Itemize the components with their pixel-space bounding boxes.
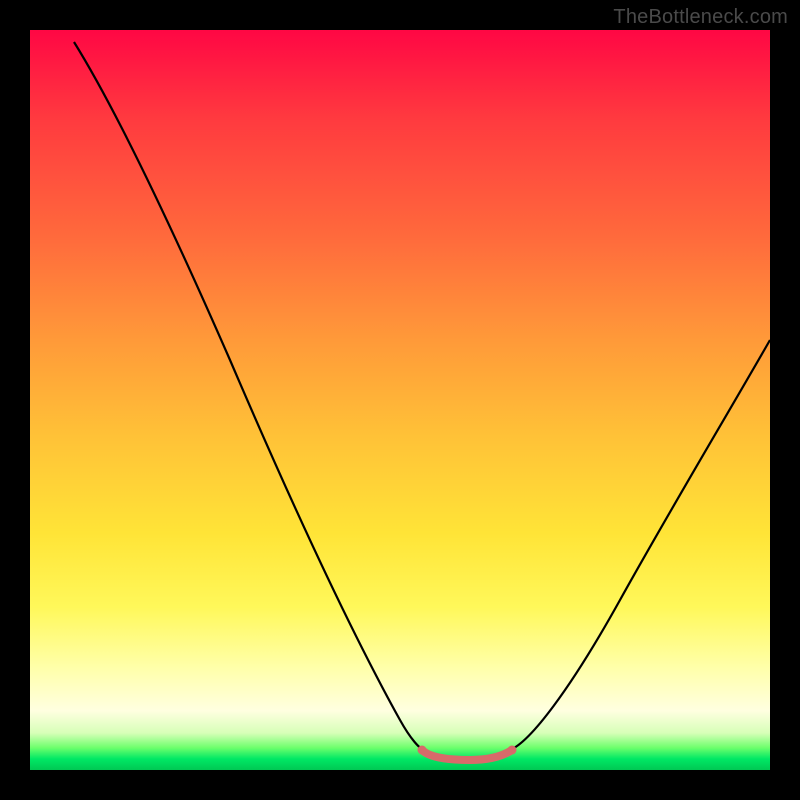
chart-frame: TheBottleneck.com: [0, 0, 800, 800]
flat-end-right-dot: [508, 746, 517, 755]
chart-curves: [30, 30, 770, 770]
curve-bottom-flat: [422, 750, 512, 760]
flat-end-left-dot: [418, 746, 427, 755]
curve-right-branch: [510, 340, 770, 750]
watermark-text: TheBottleneck.com: [613, 6, 788, 29]
curve-left-branch: [74, 42, 425, 750]
